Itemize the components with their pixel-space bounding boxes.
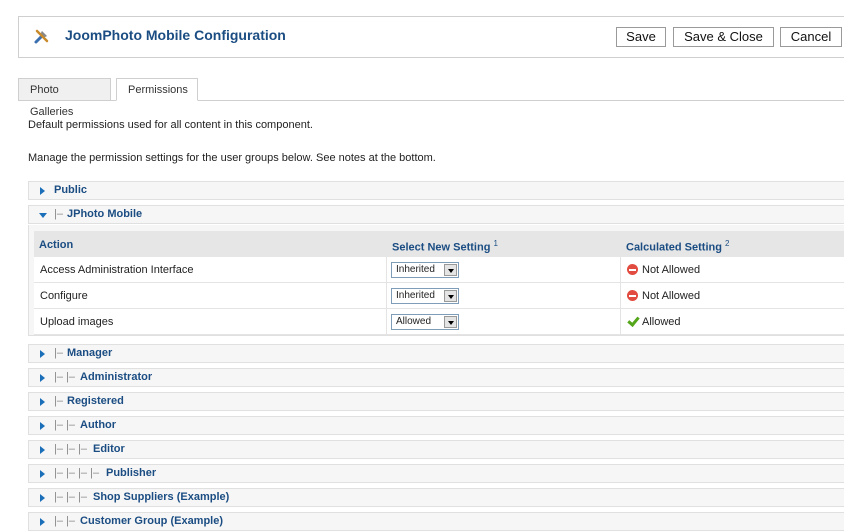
expand-arrow-icon (40, 398, 45, 406)
group-indent: |– (54, 395, 63, 407)
calculated-status: Allowed (627, 316, 681, 328)
table-row: Access Administration Interface Inherite… (34, 257, 844, 283)
setting-select[interactable]: Inherited (391, 288, 459, 304)
group-row-publisher[interactable]: |– |– |– |– Publisher (28, 464, 844, 483)
manage-text: Manage the permission settings for the u… (28, 152, 436, 164)
group-name: Customer Group (Example) (80, 515, 224, 527)
expand-arrow-icon (40, 446, 45, 454)
group-name: Manager (67, 347, 113, 359)
table-row: Upload images Allowed Allowed (34, 309, 844, 335)
not-allowed-icon (627, 264, 638, 275)
group-row-manager[interactable]: |– Manager (28, 344, 844, 363)
group-name: Administrator (80, 371, 153, 383)
group-row-author[interactable]: |– |– Author (28, 416, 844, 435)
group-row-editor[interactable]: |– |– |– Editor (28, 440, 844, 459)
group-row-shop-suppliers[interactable]: |– |– |– Shop Suppliers (Example) (28, 488, 844, 507)
expand-arrow-icon (40, 518, 45, 526)
group-name: Editor (93, 443, 125, 455)
action-label: Upload images (40, 316, 114, 328)
permissions-panel: Action Select New Setting 1 Calculated S… (28, 225, 844, 336)
group-indent: |– |– (54, 515, 76, 527)
expand-arrow-icon (40, 374, 45, 382)
group-name: Author (80, 419, 117, 431)
expand-arrow-icon (40, 350, 45, 358)
calculated-status: Not Allowed (627, 290, 700, 302)
col-select-new-setting: Select New Setting 1 (392, 239, 498, 254)
group-name: Public (54, 184, 88, 196)
save-button[interactable]: Save (616, 27, 666, 47)
group-row-public[interactable]: Public (28, 181, 844, 200)
cancel-button[interactable]: Cancel (780, 27, 842, 47)
tab-photo-galleries[interactable]: Photo Galleries (18, 78, 111, 118)
tab-permissions[interactable]: Permissions (116, 78, 198, 101)
group-indent: |– |– |– |– (54, 467, 100, 479)
tools-icon (34, 29, 49, 44)
save-close-button[interactable]: Save & Close (673, 27, 774, 47)
col-action: Action (39, 239, 74, 251)
chevron-down-icon[interactable] (444, 316, 457, 328)
group-indent: |– (54, 347, 63, 359)
chevron-down-icon[interactable] (444, 264, 457, 276)
toolbar-header: JoomPhoto Mobile Configuration Save Save… (18, 16, 844, 58)
col-calculated-setting: Calculated Setting 2 (626, 239, 730, 254)
group-row-administrator[interactable]: |– |– Administrator (28, 368, 844, 387)
group-indent: |– |– |– (54, 443, 88, 455)
expand-arrow-icon (40, 470, 45, 478)
calculated-status: Not Allowed (627, 264, 700, 276)
table-row: Configure Inherited Not Allowed (34, 283, 844, 309)
setting-select[interactable]: Allowed (391, 314, 459, 330)
group-indent: |– |– |– (54, 491, 88, 503)
group-indent: |– |– (54, 371, 76, 383)
expand-arrow-icon (40, 494, 45, 502)
collapse-arrow-icon (39, 213, 47, 218)
not-allowed-icon (627, 290, 638, 301)
intro-text: Default permissions used for all content… (28, 119, 313, 131)
action-label: Access Administration Interface (40, 264, 194, 276)
group-row-customer-group[interactable]: |– |– Customer Group (Example) (28, 512, 844, 531)
group-row-registered[interactable]: |– Registered (28, 392, 844, 411)
expand-arrow-icon (40, 187, 45, 195)
table-header: Action Select New Setting 1 Calculated S… (34, 231, 844, 257)
group-row-jphoto-mobile[interactable]: |– JPhoto Mobile (28, 205, 844, 224)
group-indent: |– |– (54, 419, 76, 431)
group-name: Shop Suppliers (Example) (93, 491, 230, 503)
group-indent: |– (54, 208, 63, 220)
group-name: Registered (67, 395, 124, 407)
group-name: JPhoto Mobile (67, 208, 143, 220)
tab-bar: Photo Galleries Permissions (18, 78, 844, 118)
expand-arrow-icon (40, 422, 45, 430)
page-title: JoomPhoto Mobile Configuration (65, 27, 286, 43)
check-icon (627, 316, 638, 327)
setting-select[interactable]: Inherited (391, 262, 459, 278)
chevron-down-icon[interactable] (444, 290, 457, 302)
group-name: Publisher (106, 467, 157, 479)
action-label: Configure (40, 290, 88, 302)
